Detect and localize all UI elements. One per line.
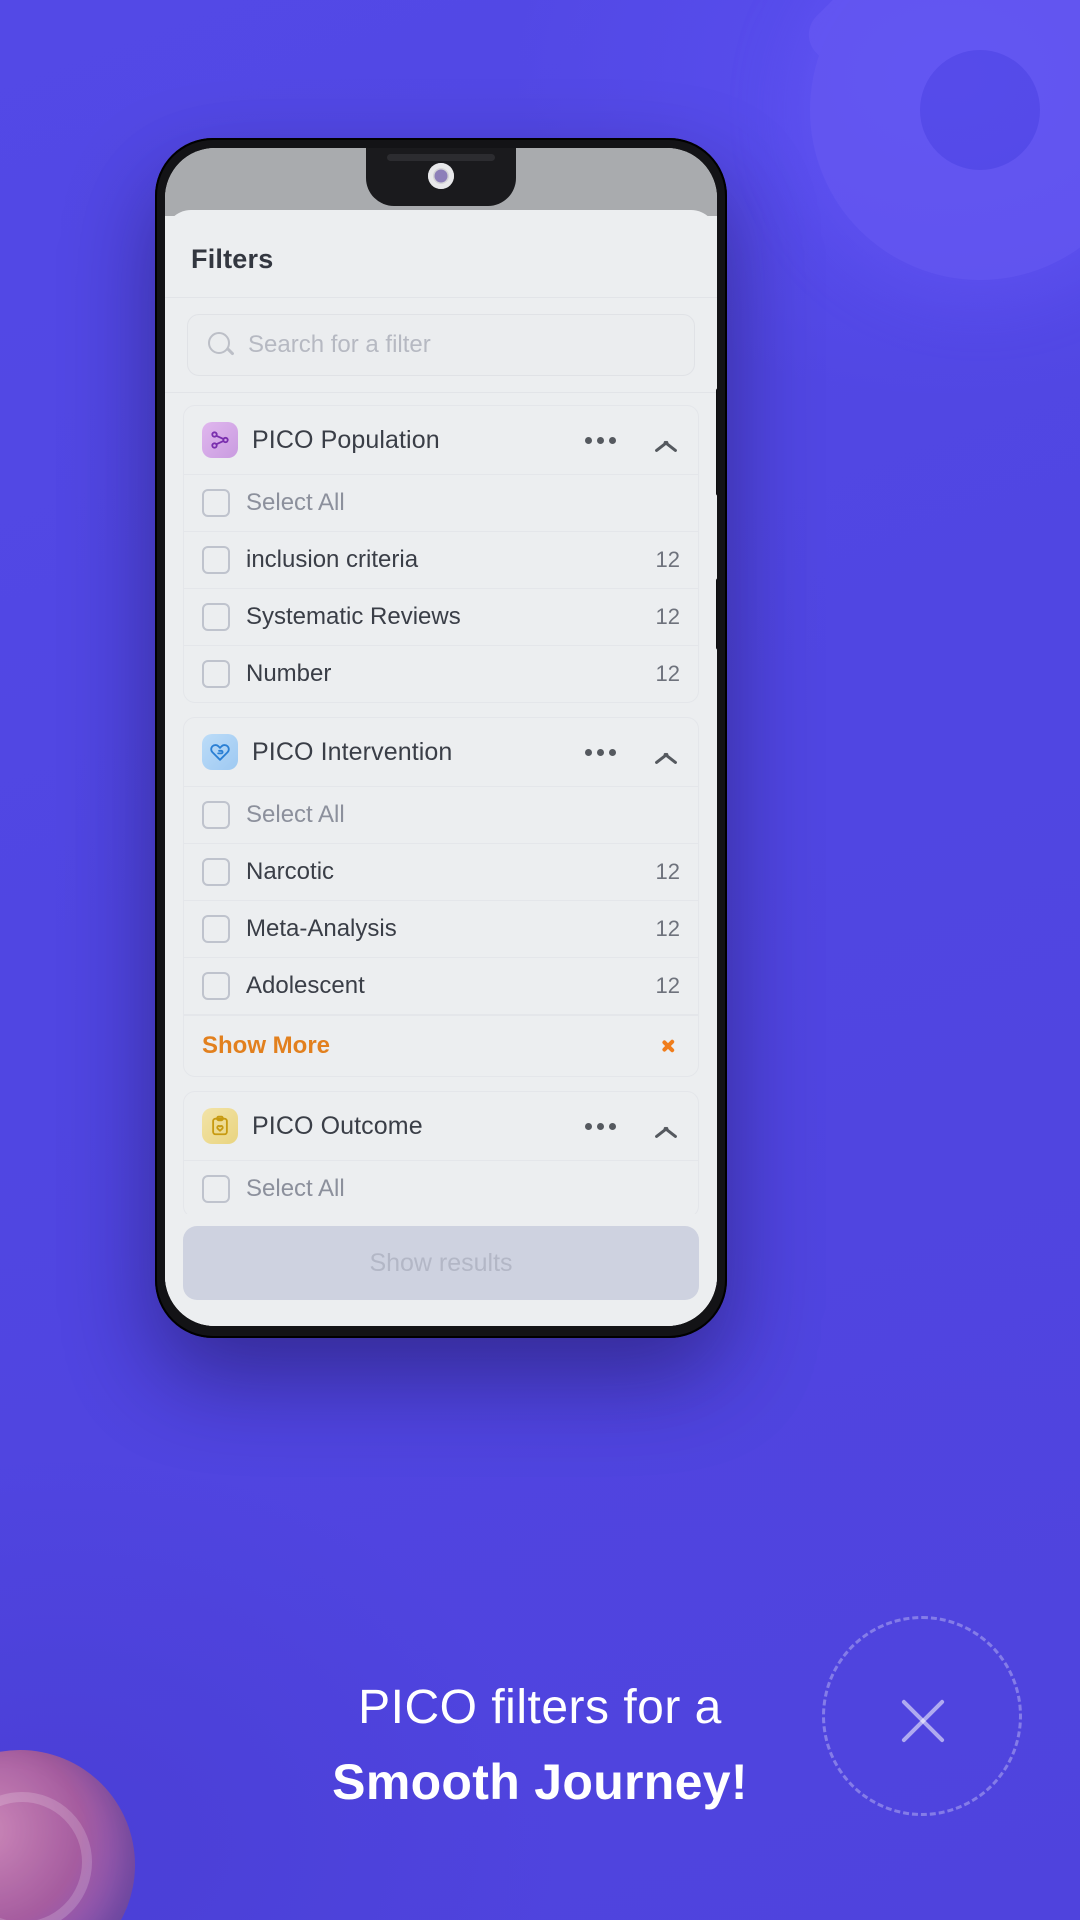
option-count: 12 xyxy=(655,661,680,686)
option-label: Number xyxy=(246,660,332,687)
chevron-up-icon[interactable] xyxy=(652,738,680,766)
select-all-label: Select All xyxy=(246,489,345,516)
checkbox[interactable] xyxy=(202,660,230,688)
option-label: inclusion criteria xyxy=(246,546,419,573)
phone-mockup: Filters Search for a filter PICO Populat… xyxy=(155,138,727,1338)
checkbox[interactable] xyxy=(202,1175,230,1203)
section-header-pico-population[interactable]: PICO Population xyxy=(184,406,698,475)
phone-notch xyxy=(366,148,516,206)
checkbox[interactable] xyxy=(202,603,230,631)
more-horizontal-icon[interactable] xyxy=(577,1117,624,1136)
section-title: PICO Outcome xyxy=(252,1111,423,1140)
select-all-label: Select All xyxy=(246,801,345,828)
checkbox[interactable] xyxy=(202,546,230,574)
clipboard-heart-icon xyxy=(202,1108,238,1144)
list-item[interactable]: Number 12 xyxy=(184,646,698,702)
list-item[interactable]: Adolescent 12 xyxy=(184,958,698,1015)
show-results-label: Show results xyxy=(369,1248,513,1277)
section-title: PICO Population xyxy=(252,425,440,454)
show-more-button[interactable]: Show More xyxy=(184,1015,698,1076)
search-input[interactable]: Search for a filter xyxy=(187,314,695,376)
select-all-row[interactable]: Select All xyxy=(184,787,698,844)
section-header-pico-intervention[interactable]: PICO Intervention xyxy=(184,718,698,787)
select-all-row[interactable]: Select All xyxy=(184,1161,698,1214)
option-count: 12 xyxy=(655,973,680,998)
more-horizontal-icon[interactable] xyxy=(577,743,624,762)
list-item[interactable]: Narcotic 12 xyxy=(184,844,698,901)
more-horizontal-icon[interactable] xyxy=(577,431,624,450)
checkbox[interactable] xyxy=(202,489,230,517)
option-label: Narcotic xyxy=(246,858,335,885)
earpiece-speaker xyxy=(387,154,495,161)
filter-section-pico-intervention: PICO Intervention Select All Narcotic 12 xyxy=(183,717,699,1077)
heart-hand-icon xyxy=(202,734,238,770)
show-more-label: Show More xyxy=(202,1032,331,1059)
volume-button xyxy=(716,388,717,496)
checkbox[interactable] xyxy=(202,972,230,1000)
show-results-button[interactable]: Show results xyxy=(183,1226,699,1300)
list-item[interactable]: inclusion criteria 12 xyxy=(184,532,698,589)
app-screen: Filters Search for a filter PICO Populat… xyxy=(165,210,717,1326)
caption-line-2: Smooth Journey! xyxy=(332,1754,748,1810)
chevron-right-icon xyxy=(656,1034,680,1058)
checkbox[interactable] xyxy=(202,915,230,943)
search-icon xyxy=(208,332,235,358)
filters-list[interactable]: PICO Population Select All inclusion cri… xyxy=(165,393,717,1214)
caption: PICO filters for a Smooth Journey! xyxy=(0,1680,1080,1811)
select-all-row[interactable]: Select All xyxy=(184,475,698,532)
option-label: Meta-Analysis xyxy=(246,915,397,942)
front-camera-icon xyxy=(428,163,454,189)
option-label: Adolescent xyxy=(246,972,365,999)
app-header: Filters xyxy=(165,210,717,298)
list-item[interactable]: Systematic Reviews 12 xyxy=(184,589,698,646)
option-count: 12 xyxy=(655,916,680,941)
footer-bar: Show results xyxy=(165,1214,717,1326)
power-button xyxy=(716,578,717,650)
section-title: PICO Intervention xyxy=(252,737,453,766)
network-nodes-icon xyxy=(202,422,238,458)
page-title: Filters xyxy=(191,244,274,274)
search-placeholder: Search for a filter xyxy=(248,331,431,358)
search-container: Search for a filter xyxy=(165,298,717,393)
chevron-up-icon[interactable] xyxy=(652,1112,680,1140)
select-all-label: Select All xyxy=(246,1175,345,1202)
option-label: Systematic Reviews xyxy=(246,603,461,630)
section-header-pico-outcome[interactable]: PICO Outcome xyxy=(184,1092,698,1161)
chevron-up-icon[interactable] xyxy=(652,426,680,454)
checkbox[interactable] xyxy=(202,858,230,886)
option-count: 12 xyxy=(655,547,680,572)
option-count: 12 xyxy=(655,859,680,884)
filter-section-pico-outcome: PICO Outcome Select All xyxy=(183,1091,699,1214)
list-item[interactable]: Meta-Analysis 12 xyxy=(184,901,698,958)
caption-line-1: PICO filters for a xyxy=(358,1681,722,1734)
option-count: 12 xyxy=(655,604,680,629)
filter-section-pico-population: PICO Population Select All inclusion cri… xyxy=(183,405,699,703)
checkbox[interactable] xyxy=(202,801,230,829)
